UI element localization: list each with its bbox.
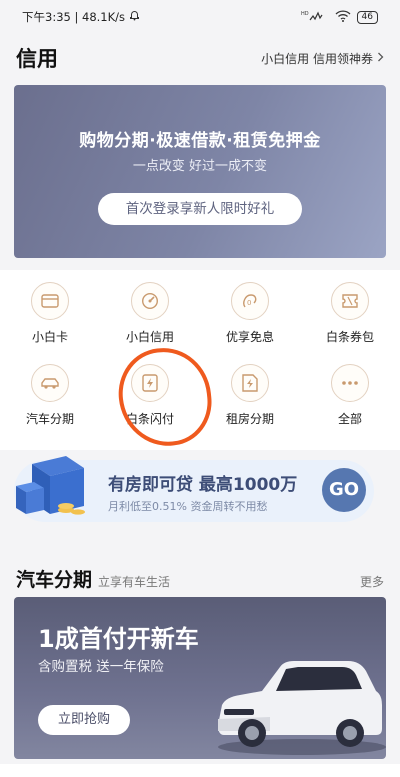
car-more-link[interactable]: 更多 bbox=[360, 573, 384, 590]
interest-free-icon: 0 bbox=[231, 282, 269, 320]
car-icon bbox=[31, 364, 69, 402]
alarm-icon bbox=[129, 10, 140, 24]
service-item-coupon-pack[interactable]: 白条券包 bbox=[300, 276, 400, 356]
service-item-rent-installment[interactable]: 租房分期 bbox=[200, 358, 300, 438]
buy-now-button[interactable]: 立即抢购 bbox=[38, 705, 130, 735]
chevron-right-icon bbox=[377, 51, 384, 65]
card-icon bbox=[31, 282, 69, 320]
suv-car-image bbox=[218, 661, 386, 755]
service-item-xiaobai-card[interactable]: 小白卡 bbox=[0, 276, 100, 356]
service-item-car-installment[interactable]: 汽车分期 bbox=[0, 358, 100, 438]
car-section-subtitle: 立享有车生活 bbox=[98, 575, 171, 589]
svg-text:HD: HD bbox=[301, 11, 309, 17]
service-label: 优享免息 bbox=[225, 330, 274, 344]
car-banner-subtitle: 含购置税 送一年保险 bbox=[38, 659, 164, 675]
service-label: 小白信用 bbox=[125, 330, 174, 344]
loan-title: 有房即可贷 最高1000万 bbox=[108, 475, 298, 495]
status-bar: 下午3:35 | 48.1K/s HD 46 bbox=[0, 0, 400, 34]
svg-text:0: 0 bbox=[247, 299, 251, 307]
credit-gauge-icon bbox=[131, 282, 169, 320]
service-label: 白条券包 bbox=[325, 330, 374, 344]
buildings-illustration bbox=[16, 456, 85, 515]
service-item-all[interactable]: 全部 bbox=[300, 358, 400, 438]
car-banner-title: 1成首付开新车 bbox=[38, 625, 199, 653]
service-label: 全部 bbox=[337, 412, 362, 426]
coupon-icon bbox=[331, 282, 369, 320]
service-label: 汽车分期 bbox=[25, 412, 74, 426]
car-section-title: 汽车分期 bbox=[16, 569, 93, 591]
more-dots-icon bbox=[331, 364, 369, 402]
car-section-header: 汽车分期 立享有车生活 更多 bbox=[0, 556, 400, 592]
hd-signal-icon: HD bbox=[301, 10, 329, 25]
hero-title: 购物分期·极速借款·租赁免押金 bbox=[79, 131, 321, 151]
service-item-xiaobai-credit[interactable]: 小白信用 bbox=[100, 276, 200, 356]
hero-banner[interactable]: 购物分期·极速借款·租赁免押金 一点改变 好过一成不变 首次登录享新人限时好礼 bbox=[14, 85, 386, 258]
credit-coupon-link[interactable]: 小白信用 信用领神券 bbox=[261, 50, 384, 67]
loan-subtitle: 月利低至0.51% 资金周转不用愁 bbox=[108, 500, 268, 513]
service-label: 租房分期 bbox=[225, 412, 274, 426]
hero-subtitle: 一点改变 好过一成不变 bbox=[132, 159, 268, 174]
bottom-nav-peek bbox=[0, 764, 400, 777]
service-label: 小白卡 bbox=[31, 330, 68, 344]
status-time-speed: 下午3:35 | 48.1K/s bbox=[22, 10, 126, 24]
go-button[interactable]: GO bbox=[322, 468, 366, 512]
house-loan-banner[interactable]: 有房即可贷 最高1000万 月利低至0.51% 资金周转不用愁 GO bbox=[14, 456, 374, 522]
battery-indicator: 46 bbox=[356, 10, 378, 24]
wifi-icon bbox=[335, 9, 351, 25]
credit-coupon-link-label: 小白信用 信用领神券 bbox=[261, 51, 373, 66]
car-promo-banner[interactable]: 1成首付开新车 含购置税 送一年保险 立即抢购 bbox=[14, 597, 386, 759]
service-item-interest-free[interactable]: 0 优享免息 bbox=[200, 276, 300, 356]
new-user-gift-button[interactable]: 首次登录享新人限时好礼 bbox=[98, 193, 302, 225]
page-header: 信用 小白信用 信用领神券 bbox=[0, 34, 400, 82]
rent-icon bbox=[231, 364, 269, 402]
page-title: 信用 bbox=[16, 47, 58, 71]
